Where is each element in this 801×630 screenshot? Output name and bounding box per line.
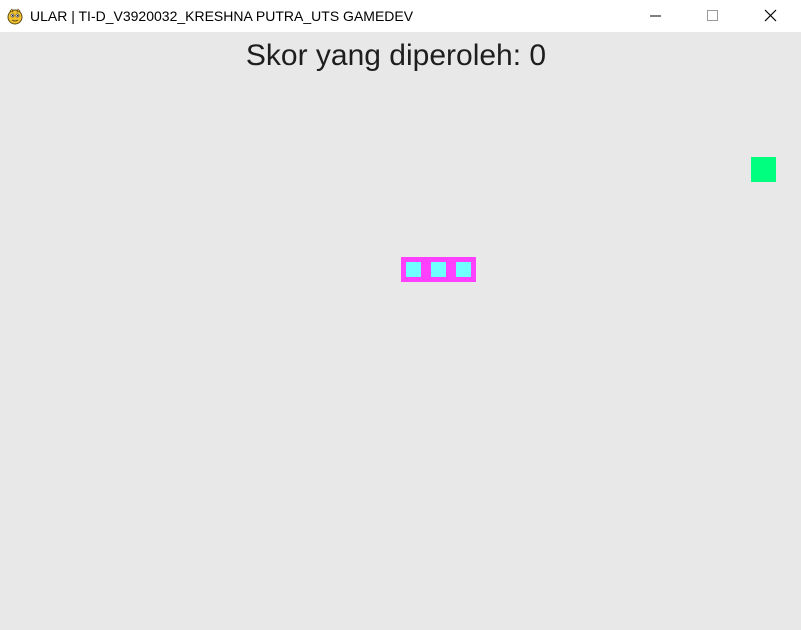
app-window: ULAR | TI-D_V3920032_KRESHNA PUTRA_UTS G… xyxy=(0,0,801,630)
snake-segment xyxy=(426,257,451,282)
close-button[interactable] xyxy=(743,0,801,32)
game-canvas[interactable]: Skor yang diperoleh: 0 xyxy=(0,32,801,630)
food-block xyxy=(751,157,776,182)
pygame-snake-icon xyxy=(7,8,23,25)
snake-segment xyxy=(451,257,476,282)
window-title: ULAR | TI-D_V3920032_KRESHNA PUTRA_UTS G… xyxy=(30,8,414,24)
score-label: Skor yang diperoleh: 0 xyxy=(245,39,547,72)
minimize-icon xyxy=(650,15,661,17)
close-icon xyxy=(764,9,777,22)
maximize-button[interactable] xyxy=(685,0,743,32)
minimize-button[interactable] xyxy=(627,0,685,32)
title-bar[interactable]: ULAR | TI-D_V3920032_KRESHNA PUTRA_UTS G… xyxy=(0,0,801,32)
snake-segment xyxy=(401,257,426,282)
maximize-icon xyxy=(707,10,718,21)
